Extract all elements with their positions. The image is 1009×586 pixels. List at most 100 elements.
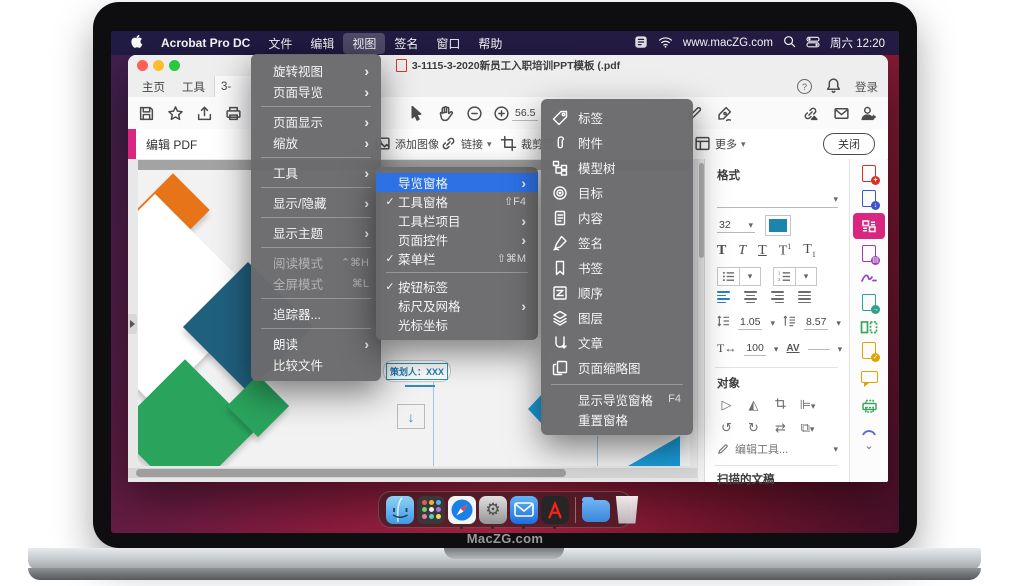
numbered-list-caret-icon[interactable] — [796, 268, 816, 285]
menu-sign[interactable]: 签名 — [385, 33, 427, 54]
star-icon[interactable] — [165, 103, 185, 123]
menu-item-order[interactable]: 顺序 — [541, 280, 693, 305]
add-image-button[interactable]: 添加图像 — [374, 135, 439, 152]
menu-item-read-mode[interactable]: 阅读模式⌃⌘H — [251, 252, 381, 273]
sign-pen-icon[interactable] — [714, 103, 734, 123]
more-button[interactable]: 更多 — [694, 135, 746, 152]
dock-safari-icon[interactable] — [448, 496, 476, 524]
line-spacing-value[interactable]: 1.05 — [738, 316, 762, 330]
menu-item-zoom[interactable]: 缩放 — [251, 132, 381, 153]
organize-pages-tool[interactable] — [858, 317, 880, 337]
paragraph-spacing-value[interactable]: 8.57 — [804, 316, 828, 330]
horizontal-scale-value[interactable]: 100 — [744, 342, 766, 356]
numbered-list-button[interactable]: 12 — [773, 267, 817, 286]
menu-item-layers[interactable]: 图层 — [541, 305, 693, 330]
flip-horizontal-icon[interactable]: ▷ — [717, 397, 736, 413]
spotlight-icon[interactable] — [783, 35, 796, 51]
menu-bar-app-name[interactable]: Acrobat Pro DC — [152, 34, 259, 52]
rotate-cw-icon[interactable]: ↻ — [744, 420, 763, 436]
bullet-list-button[interactable] — [717, 267, 761, 286]
rotate-ccw-icon[interactable]: ↺ — [717, 420, 736, 436]
menu-item-page-thumbnails[interactable]: 页面缩略图 — [541, 355, 693, 380]
fill-sign-tool[interactable] — [858, 267, 880, 287]
font-family-select[interactable] — [717, 191, 838, 208]
menu-item-menu-bar[interactable]: 菜单栏⇧⌘M — [376, 249, 538, 268]
menu-item-toolbar-items[interactable]: 工具栏项目 — [376, 211, 538, 230]
menu-item-articles[interactable]: 文章 — [541, 330, 693, 355]
menu-item-cursor-coordinates[interactable]: 光标坐标 — [376, 315, 538, 334]
export-pdf-tool[interactable]: ↓ — [858, 188, 880, 208]
menu-item-display-theme[interactable]: 显示主题 — [251, 222, 381, 243]
request-file-tool[interactable]: ✓ — [858, 340, 880, 360]
menu-item-page-display[interactable]: 页面显示 — [251, 111, 381, 132]
dock-mail-icon[interactable] — [510, 496, 538, 524]
menu-item-destinations[interactable]: 目标 — [541, 180, 693, 205]
menu-item-read-out-loud[interactable]: 朗读 — [251, 333, 381, 354]
share-upload-icon[interactable] — [194, 103, 214, 123]
superscript-button[interactable]: T1 — [779, 242, 792, 260]
strip-expand-chevron-icon[interactable]: ⌄ — [858, 435, 880, 455]
horizontal-scrollbar[interactable] — [128, 468, 697, 478]
menu-item-rulers-grids[interactable]: 标尺及网格 — [376, 296, 538, 315]
close-tool-button[interactable]: 关闭 — [823, 133, 875, 155]
horizontal-scrollbar-thumb[interactable] — [136, 469, 566, 477]
zoom-level-value[interactable]: 56.5 — [512, 107, 538, 121]
menu-help[interactable]: 帮助 — [469, 33, 511, 54]
dock-launchpad-icon[interactable] — [417, 496, 445, 524]
apple-menu-icon[interactable] — [121, 32, 152, 54]
sign-in-link[interactable]: 登录 — [855, 79, 878, 95]
vertical-scrollbar[interactable] — [697, 159, 704, 482]
menu-item-show-navigation-pane[interactable]: 显示导览窗格F4 — [541, 389, 693, 409]
replace-object-icon[interactable]: ⇄ — [771, 420, 790, 436]
italic-button[interactable]: T — [738, 243, 746, 259]
down-arrow-box[interactable]: ↓ — [397, 404, 425, 429]
menu-bar-clock[interactable]: 周六 12:20 — [830, 35, 885, 51]
menu-item-tags[interactable]: 标签 — [541, 105, 693, 130]
menu-item-full-screen-mode[interactable]: 全屏模式⌘L — [251, 273, 381, 294]
menu-item-content[interactable]: 内容 — [541, 205, 693, 230]
email-icon[interactable] — [831, 103, 851, 123]
align-right-button[interactable] — [771, 291, 784, 303]
menu-window[interactable]: 窗口 — [427, 33, 469, 54]
menu-file[interactable]: 文件 — [259, 33, 301, 54]
menu-item-tracker[interactable]: 追踪器... — [251, 303, 381, 324]
print-icon[interactable] — [223, 103, 243, 123]
navigation-pane-toggle[interactable] — [128, 314, 137, 334]
font-size-select[interactable]: 32 — [717, 219, 755, 233]
dock-finder-icon[interactable] — [386, 496, 414, 524]
font-color-swatch[interactable] — [765, 215, 791, 236]
menu-item-navigation-panes[interactable]: 导览窗格 — [376, 173, 538, 192]
menu-edit[interactable]: 编辑 — [301, 33, 343, 54]
notifications-bell-icon[interactable] — [825, 77, 842, 97]
menu-item-tools-pane[interactable]: 工具窗格⇧F4 — [376, 192, 538, 211]
tab-home[interactable]: 主页 — [136, 76, 171, 97]
menu-item-attachments[interactable]: 附件 — [541, 130, 693, 155]
dock-system-preferences-icon[interactable]: ⚙ — [479, 496, 507, 524]
menu-item-tools[interactable]: 工具 — [251, 162, 381, 183]
input-source-icon[interactable] — [634, 35, 648, 52]
print-production-tool[interactable] — [858, 396, 880, 416]
edit-pdf-tool-selected[interactable] — [853, 213, 885, 239]
comment-tool[interactable] — [858, 367, 880, 387]
dock-trash-icon[interactable] — [613, 496, 641, 524]
subscript-button[interactable]: T1 — [803, 242, 816, 259]
hand-tool-icon[interactable] — [435, 103, 455, 123]
flip-vertical-icon[interactable]: ◭ — [744, 397, 763, 413]
menu-item-page-navigation[interactable]: 页面导览 — [251, 81, 381, 102]
zoom-in-icon[interactable] — [491, 103, 511, 123]
control-center-icon[interactable] — [806, 36, 820, 51]
menu-item-reset-panes[interactable]: 重置窗格 — [541, 409, 693, 429]
bullet-list-caret-icon[interactable] — [740, 268, 760, 285]
zoom-out-icon[interactable] — [464, 103, 484, 123]
send-review-tool[interactable]: → — [858, 292, 880, 312]
pdf-form-tool[interactable]: ▤ — [858, 243, 880, 263]
menu-item-compare-files[interactable]: 比较文件 — [251, 354, 381, 375]
dock-acrobat-icon[interactable] — [541, 496, 569, 524]
align-left-button[interactable] — [717, 291, 730, 303]
underline-button[interactable]: T — [758, 243, 767, 259]
help-icon[interactable]: ? — [797, 79, 812, 94]
justify-button[interactable] — [798, 291, 811, 303]
edit-tools-button[interactable]: 编辑工具... — [717, 441, 838, 457]
menu-item-page-controls[interactable]: 页面控件 — [376, 230, 538, 249]
crop-object-icon[interactable] — [771, 397, 790, 413]
